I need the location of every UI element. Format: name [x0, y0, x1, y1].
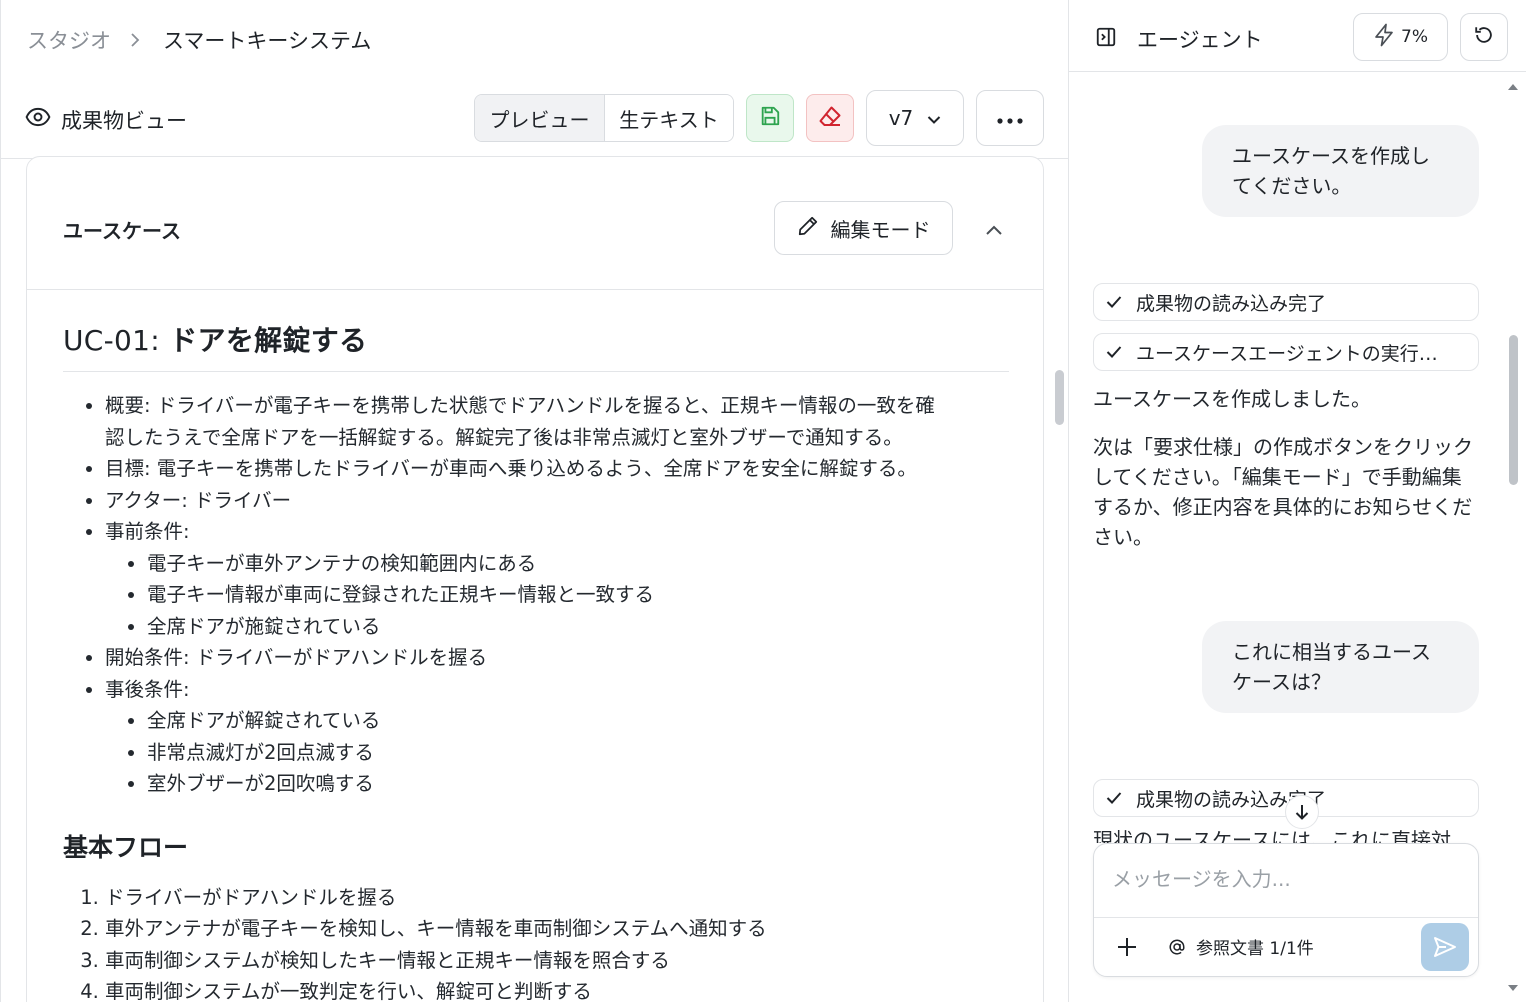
panel-toggle-icon[interactable]	[1095, 26, 1117, 53]
tool-status-label: ユースケースエージェントの実行完了	[1136, 342, 1456, 365]
list-item: 車両制御システムが一致判定を行い、解錠可と判断する	[105, 976, 1009, 1002]
list-item: 全席ドアが施錠されている	[147, 611, 1009, 643]
agent-message: ユースケースを作成しました。	[1093, 387, 1371, 411]
artifact-pane: スタジオ スマートキーシステム 成果物ビュー プレビュー 生テキスト v7 ユー…	[0, 0, 1068, 1002]
agent-message-partial: 現状のユースケースには、これに直接対	[1093, 828, 1451, 843]
usecase-heading: UC-01: ドアを解錠する	[63, 319, 1009, 372]
edit-mode-button[interactable]: 編集モード	[774, 201, 953, 255]
usecase-document: UC-01: ドアを解錠する 概要: ドライバーが電子キーを携帯した状態でドアハ…	[63, 319, 1009, 1002]
basic-flow-list: ドライバーがドアハンドルを握る 車外アンテナが電子キーを検知し、キー情報を車両制…	[63, 882, 1009, 1002]
breadcrumb-current: スマートキーシステム	[163, 29, 372, 53]
goal-item: 目標: 電子キーを携帯したドライバーが車両へ乗り込めるよう、全席ドアを安全に解錠…	[105, 453, 1009, 485]
postcondition-label: 事後条件:	[105, 677, 190, 701]
list-item: 電子キー情報が車両に登録された正規キー情報と一致する	[147, 579, 1009, 611]
attach-button[interactable]	[1112, 932, 1142, 962]
send-icon	[1433, 936, 1457, 958]
save-button[interactable]	[746, 94, 794, 142]
list-item: 車両制御システムが検知したキー情報と正規キー情報を照合する	[105, 945, 1009, 977]
scroll-up-arrow-icon[interactable]	[1506, 82, 1520, 92]
send-button[interactable]	[1421, 923, 1469, 971]
more-options-button[interactable]	[976, 90, 1044, 146]
reset-chat-button[interactable]	[1460, 13, 1508, 61]
scroll-to-bottom-button[interactable]	[1285, 795, 1319, 829]
message-composer: 参照文書 1/1件	[1093, 843, 1479, 977]
usage-value: 7%	[1401, 27, 1428, 47]
clear-button[interactable]	[806, 94, 854, 142]
message-input[interactable]	[1112, 862, 1452, 896]
arrow-down-icon	[1294, 803, 1310, 821]
user-message: ユースケースを作成してください。	[1202, 125, 1479, 217]
usecase-name: ドアを解錠する	[169, 324, 368, 357]
more-horizontal-icon	[997, 109, 1023, 128]
eraser-icon	[818, 105, 842, 131]
list-item: 電子キーが車外アンテナの検知範囲内にある	[147, 548, 1009, 580]
save-icon	[759, 105, 781, 131]
tab-raw-text[interactable]: 生テキスト	[605, 95, 733, 141]
chevron-right-icon	[129, 32, 141, 48]
reference-docs-label: 参照文書 1/1件	[1196, 939, 1314, 959]
overview-item: 概要: ドライバーが電子キーを携帯した状態でドアハンドルを握ると、正規キー情報の…	[105, 390, 1009, 453]
chevron-down-icon	[927, 106, 941, 130]
tool-status-label: 成果物の読み込み完了	[1136, 292, 1327, 315]
overview-line-1: 概要: ドライバーが電子キーを携帯した状態でドアハンドルを握ると、正規キー情報の…	[105, 394, 935, 417]
agent-title: エージェント	[1095, 24, 1263, 54]
view-title-label: 成果物ビュー	[61, 108, 187, 133]
chat-thread: ユースケースを作成してください。 成果物の読み込み完了 ユースケースエージェント…	[1069, 73, 1509, 843]
document-scrollbar[interactable]	[1055, 370, 1064, 425]
chat-scrollbar-thumb[interactable]	[1509, 335, 1518, 485]
postcondition-item: 事後条件: 全席ドアが解錠されている 非常点滅灯が2回点滅する 室外ブザーが2回…	[105, 674, 1009, 800]
agent-message: 次は「要求仕様」の作成ボタンをクリックしてください。「編集モード」で手動編集する…	[1093, 435, 1473, 549]
view-title: 成果物ビュー	[25, 104, 187, 135]
precondition-item: 事前条件: 電子キーが車外アンテナの検知範囲内にある 電子キー情報が車両に登録さ…	[105, 516, 1009, 642]
view-mode-toggle: プレビュー 生テキスト	[474, 94, 734, 142]
usage-button[interactable]: 7%	[1353, 13, 1448, 61]
edit-mode-label: 編集モード	[830, 217, 931, 242]
postcondition-list: 全席ドアが解錠されている 非常点滅灯が2回点滅する 室外ブザーが2回吹鳴する	[105, 705, 1009, 800]
trigger-item: 開始条件: ドライバーがドアハンドルを握る	[105, 642, 1009, 674]
actor-item: アクター: ドライバー	[105, 485, 1009, 517]
breadcrumb: スタジオ スマートキーシステム	[27, 26, 371, 54]
precondition-list: 電子キーが車外アンテナの検知範囲内にある 電子キー情報が車両に登録された正規キー…	[105, 548, 1009, 643]
list-item: ドライバーがドアハンドルを握る	[105, 882, 1009, 914]
basic-flow-heading: 基本フロー	[63, 832, 189, 862]
list-item: 全席ドアが解錠されている	[147, 705, 1009, 737]
agent-header: エージェント 7%	[1069, 0, 1526, 72]
chat-scrollbar[interactable]	[1506, 80, 1520, 996]
agent-title-label: エージェント	[1137, 28, 1263, 52]
check-icon	[1106, 791, 1122, 805]
lightning-icon	[1373, 23, 1395, 52]
agent-pane: エージェント 7% ユースケースを作成してください。 成果物の読み込み完了 ユー…	[1068, 0, 1526, 1002]
composer-divider	[1094, 917, 1478, 918]
scroll-down-arrow-icon[interactable]	[1506, 983, 1520, 993]
pencil-icon	[797, 215, 819, 242]
list-item: 室外ブザーが2回吹鳴する	[147, 768, 1009, 800]
at-sign-icon	[1168, 938, 1186, 956]
card-header: ユースケース 編集モード	[27, 157, 1043, 290]
tool-status[interactable]: 成果物の読み込み完了	[1093, 283, 1479, 321]
eye-icon	[25, 104, 51, 135]
precondition-label: 事前条件:	[105, 520, 190, 543]
tool-status[interactable]: ユースケースエージェントの実行完了	[1093, 333, 1479, 371]
tab-preview[interactable]: プレビュー	[475, 95, 605, 141]
overview-line-2: 認したうえで全席ドアを一括解錠する。解錠完了後は非常点滅灯と室外ブザーで通知する…	[105, 425, 903, 449]
list-item: 車外アンテナが電子キーを検知し、キー情報を車両制御システムへ通知する	[105, 913, 1009, 945]
rotate-ccw-icon	[1473, 24, 1495, 50]
user-message: これに相当するユースケースは？	[1202, 621, 1479, 713]
reference-docs-button[interactable]: 参照文書 1/1件	[1168, 934, 1314, 959]
usecase-id: UC-01:	[63, 324, 161, 357]
card-title: ユースケース	[63, 219, 181, 243]
plus-icon	[1116, 936, 1138, 958]
version-label: v7	[888, 106, 914, 130]
check-icon	[1106, 345, 1122, 359]
collapse-chevron-up-icon[interactable]	[985, 221, 1003, 240]
view-toolbar: 成果物ビュー プレビュー 生テキスト v7	[1, 84, 1068, 159]
check-icon	[1106, 295, 1122, 309]
breadcrumb-studio-link[interactable]: スタジオ	[27, 25, 111, 55]
list-item: 非常点滅灯が2回点滅する	[147, 737, 1009, 769]
usecase-attributes: 概要: ドライバーが電子キーを携帯した状態でドアハンドルを握ると、正規キー情報の…	[63, 390, 1009, 800]
version-select[interactable]: v7	[866, 90, 964, 146]
usecase-card: ユースケース 編集モード UC-01: ドアを解錠する 概要: ドライバーが電子…	[26, 156, 1044, 1002]
